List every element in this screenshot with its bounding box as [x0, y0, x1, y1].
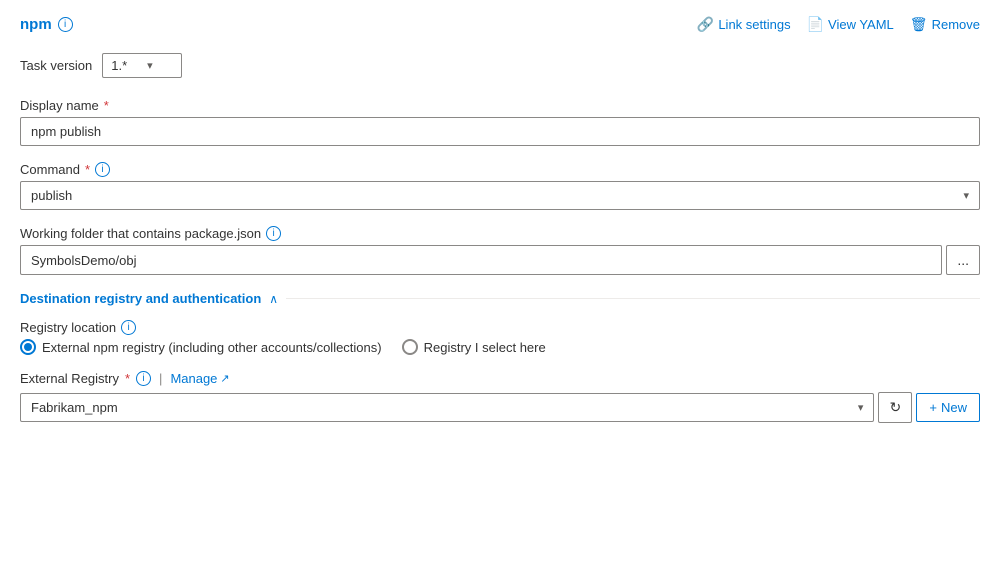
working-folder-input-row: ... [20, 245, 980, 275]
external-registry-chevron-icon: ▾ [858, 401, 864, 414]
command-label: Command * i [20, 162, 980, 177]
link-settings-label: Link settings [718, 17, 790, 32]
display-name-field: Display name * [20, 98, 980, 146]
registry-location-label: Registry location i [20, 320, 980, 335]
radio-external-npm[interactable]: External npm registry (including other a… [20, 339, 382, 355]
command-required: * [85, 162, 90, 177]
command-info-icon[interactable]: i [95, 162, 110, 177]
header-actions: 🔗 Link settings 📄 View YAML 🗑 Remove [697, 16, 980, 33]
registry-location-info-icon[interactable]: i [121, 320, 136, 335]
radio-external-npm-label: External npm registry (including other a… [42, 340, 382, 355]
npm-info-icon[interactable]: i [58, 17, 73, 32]
command-chevron-icon: ▾ [963, 189, 969, 202]
manage-link[interactable]: Manage ↗ [170, 371, 229, 386]
external-registry-info-icon[interactable]: i [136, 371, 151, 386]
header-left: npm i [20, 16, 73, 33]
remove-button[interactable]: 🗑 Remove [910, 16, 980, 33]
chevron-down-icon: ▾ [147, 59, 153, 72]
external-registry-select[interactable]: Fabrikam_npm ▾ [20, 393, 874, 422]
command-select[interactable]: publish ▾ [20, 181, 980, 210]
collapse-icon[interactable]: ∧ [269, 292, 278, 306]
view-yaml-button[interactable]: 📄 View YAML [807, 16, 894, 33]
display-name-input[interactable] [20, 117, 980, 146]
working-folder-info-icon[interactable]: i [266, 226, 281, 241]
section-title: Destination registry and authentication [20, 291, 261, 306]
external-registry-field: External Registry * i | Manage ↗ Fabrika… [20, 371, 980, 423]
remove-label: Remove [932, 17, 980, 32]
manage-label: Manage [170, 371, 217, 386]
header-row: npm i 🔗 Link settings 📄 View YAML 🗑 Remo… [20, 16, 980, 33]
plus-icon: + [929, 400, 937, 415]
new-button[interactable]: + New [916, 393, 980, 422]
section-divider [286, 298, 980, 299]
ellipsis-icon: ... [957, 252, 969, 268]
link-settings-button[interactable]: 🔗 Link settings [697, 16, 791, 33]
refresh-button[interactable]: ↻ [878, 392, 912, 423]
external-registry-value: Fabrikam_npm [31, 400, 118, 415]
working-folder-input[interactable] [20, 245, 942, 275]
display-name-required: * [104, 98, 109, 113]
working-folder-browse-button[interactable]: ... [946, 245, 980, 275]
external-registry-label-row: External Registry * i | Manage ↗ [20, 371, 980, 386]
link-icon: 🔗 [697, 16, 714, 33]
view-yaml-label: View YAML [828, 17, 894, 32]
display-name-label: Display name * [20, 98, 980, 113]
yaml-icon: 📄 [807, 16, 824, 33]
radio-external-npm-circle [20, 339, 36, 355]
external-registry-label: External Registry [20, 371, 119, 386]
registry-location-radio-group: External npm registry (including other a… [20, 339, 980, 355]
working-folder-field: Working folder that contains package.jso… [20, 226, 980, 275]
page-title: npm [20, 16, 52, 33]
working-folder-label: Working folder that contains package.jso… [20, 226, 980, 241]
command-field: Command * i publish ▾ [20, 162, 980, 210]
new-label: New [941, 400, 967, 415]
radio-select-here-label: Registry I select here [424, 340, 546, 355]
task-version-select[interactable]: 1.* ▾ [102, 53, 182, 78]
trash-icon: 🗑 [910, 16, 928, 33]
registry-location-field: Registry location i External npm registr… [20, 320, 980, 355]
task-version-value: 1.* [111, 58, 127, 73]
section-header: Destination registry and authentication … [20, 291, 980, 306]
task-version-label: Task version [20, 58, 92, 73]
pipe-separator: | [159, 371, 162, 386]
command-value: publish [31, 188, 72, 203]
external-registry-dropdown-row: Fabrikam_npm ▾ ↻ + New [20, 392, 980, 423]
radio-select-here[interactable]: Registry I select here [402, 339, 546, 355]
external-link-icon: ↗ [220, 372, 229, 385]
external-registry-required: * [125, 371, 130, 386]
radio-select-here-circle [402, 339, 418, 355]
task-version-row: Task version 1.* ▾ [20, 53, 980, 78]
refresh-icon: ↻ [890, 399, 902, 416]
